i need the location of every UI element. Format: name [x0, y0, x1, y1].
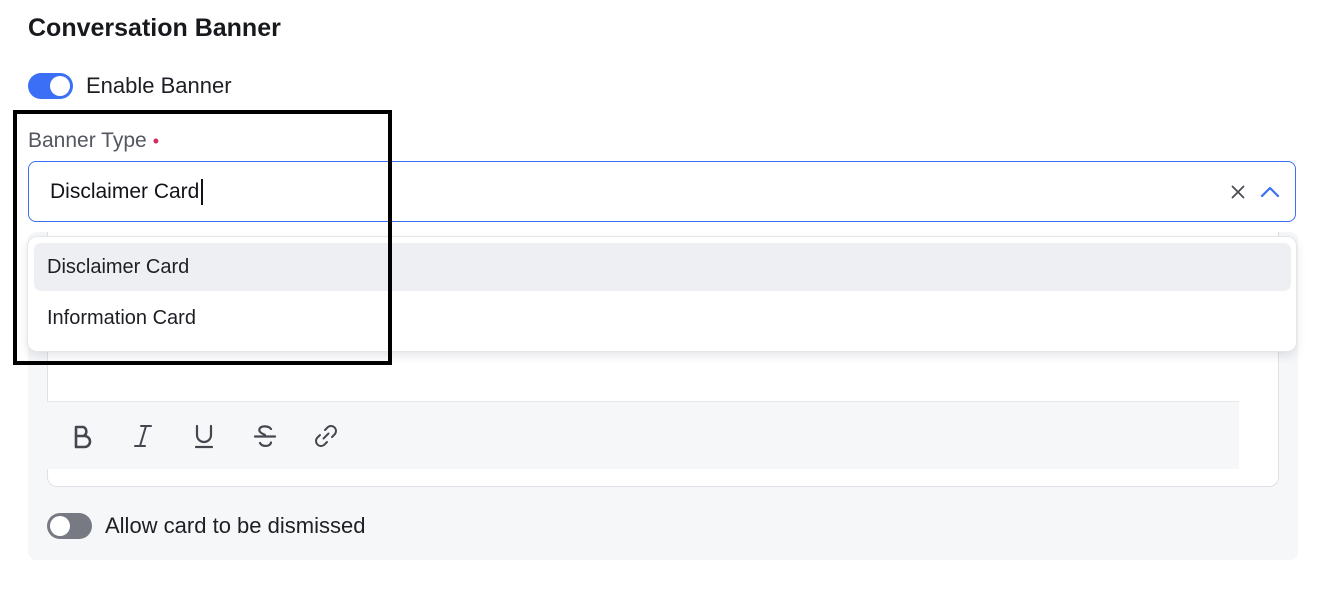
option-disclaimer-card[interactable]: Disclaimer Card: [34, 243, 1291, 291]
underline-icon[interactable]: [189, 421, 219, 451]
chevron-up-icon[interactable]: [1259, 182, 1281, 202]
enable-banner-label: Enable Banner: [86, 73, 232, 98]
banner-type-select[interactable]: Disclaimer Card: [28, 161, 1296, 222]
section-title: Conversation Banner: [28, 14, 281, 42]
allow-dismiss-label: Allow card to be dismissed: [105, 513, 366, 538]
format-toolbar: [47, 401, 1239, 469]
banner-type-label: Banner Type •: [28, 127, 159, 155]
enable-banner-row: Enable Banner: [28, 72, 232, 100]
link-icon[interactable]: [311, 421, 341, 451]
allow-dismiss-toggle[interactable]: [47, 513, 92, 539]
banner-type-value: Disclaimer Card: [50, 180, 200, 203]
enable-banner-toggle[interactable]: [28, 73, 73, 99]
italic-icon[interactable]: [128, 421, 158, 451]
clear-icon[interactable]: [1229, 183, 1247, 201]
bold-icon[interactable]: [67, 421, 97, 451]
conversation-banner-settings: Conversation Banner Enable Banner Banner…: [0, 0, 1330, 592]
option-information-card[interactable]: Information Card: [34, 294, 1291, 342]
banner-type-value-wrap: Disclaimer Card: [50, 178, 203, 206]
toggle-knob: [50, 76, 70, 96]
dismiss-row: Allow card to be dismissed: [47, 512, 365, 540]
text-caret: [201, 179, 203, 205]
banner-type-label-text: Banner Type: [28, 129, 147, 152]
strikethrough-icon[interactable]: [250, 421, 280, 451]
banner-type-dropdown: Disclaimer Card Information Card: [27, 236, 1297, 352]
required-marker: •: [152, 131, 160, 151]
toggle-knob: [50, 516, 70, 536]
